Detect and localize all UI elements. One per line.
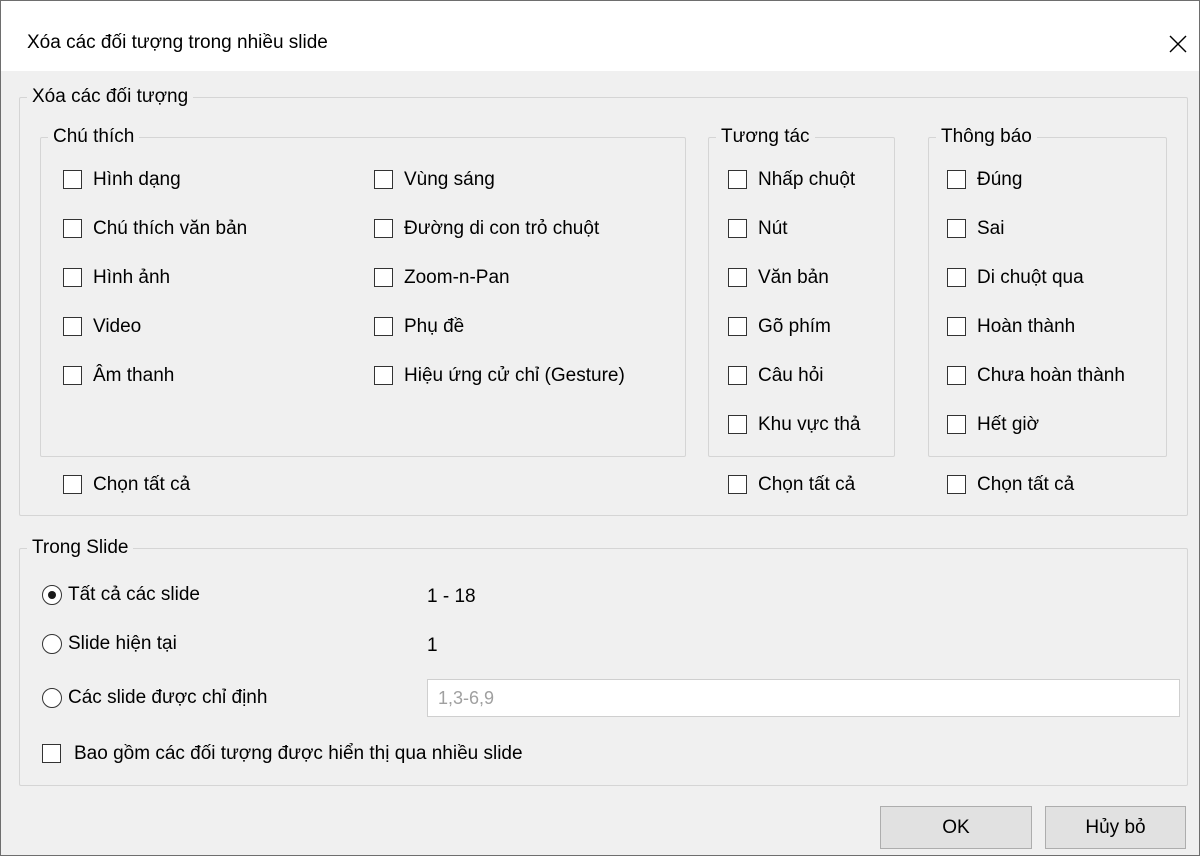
checkbox-box[interactable] bbox=[374, 317, 393, 336]
checkbox-label: Khu vực thả bbox=[758, 414, 861, 435]
checkbox-box[interactable] bbox=[63, 366, 82, 385]
checkbox-label: Văn bản bbox=[758, 267, 829, 288]
checkbox-label: Chưa hoàn thành bbox=[977, 365, 1125, 386]
checkbox-label: Sai bbox=[977, 218, 1005, 239]
cancel-button[interactable]: Hủy bỏ bbox=[1045, 806, 1186, 849]
radio-label: Các slide được chỉ định bbox=[68, 687, 268, 708]
checkbox-label: Hiệu ứng cử chỉ (Gesture) bbox=[404, 365, 625, 386]
checkbox-label: Câu hỏi bbox=[758, 365, 824, 386]
checkbox-box[interactable] bbox=[63, 219, 82, 238]
radio-button[interactable] bbox=[42, 634, 62, 654]
dialog-title: Xóa các đối tượng trong nhiều slide bbox=[27, 32, 328, 53]
annotations-legend: Chú thích bbox=[53, 126, 135, 147]
checkbox-box[interactable] bbox=[374, 170, 393, 189]
checkbox-box[interactable] bbox=[728, 415, 747, 434]
checkbox-box[interactable] bbox=[728, 475, 747, 494]
checkbox-box[interactable] bbox=[947, 317, 966, 336]
checkbox-label: Hình ảnh bbox=[93, 267, 171, 288]
checkbox-label: Di chuột qua bbox=[977, 267, 1084, 288]
remove-objects-legend: Xóa các đối tượng bbox=[32, 86, 189, 107]
checkbox-label: Nhấp chuột bbox=[758, 169, 856, 190]
checkbox-label: Video bbox=[93, 316, 142, 337]
checkbox-box[interactable] bbox=[947, 475, 966, 494]
radio-label: Tất cả các slide bbox=[68, 584, 200, 605]
checkbox-box[interactable] bbox=[63, 170, 82, 189]
checkbox-box[interactable] bbox=[374, 268, 393, 287]
messages-legend: Thông báo bbox=[941, 126, 1032, 147]
checkbox-box[interactable] bbox=[42, 744, 61, 763]
checkbox-box[interactable] bbox=[728, 366, 747, 385]
ok-button[interactable]: OK bbox=[880, 806, 1032, 849]
specified-slides-input[interactable] bbox=[427, 679, 1180, 717]
checkbox-box[interactable] bbox=[374, 219, 393, 238]
checkbox-box[interactable] bbox=[947, 366, 966, 385]
checkbox-label: Chọn tất cả bbox=[977, 474, 1075, 495]
checkbox-box[interactable] bbox=[63, 317, 82, 336]
checkbox-box[interactable] bbox=[63, 268, 82, 287]
checkbox-box[interactable] bbox=[947, 219, 966, 238]
checkbox-label: Vùng sáng bbox=[404, 169, 495, 190]
checkbox-box[interactable] bbox=[63, 475, 82, 494]
checkbox-box[interactable] bbox=[947, 170, 966, 189]
radio-button[interactable] bbox=[42, 585, 62, 605]
current-slide-number: 1 bbox=[427, 635, 438, 656]
checkbox-label: Đúng bbox=[977, 169, 1023, 190]
checkbox-label: Hết giờ bbox=[977, 414, 1040, 435]
title-bar: Xóa các đối tượng trong nhiều slide bbox=[1, 1, 1199, 71]
checkbox-label: Hình dạng bbox=[93, 169, 181, 190]
slides-legend: Trong Slide bbox=[32, 537, 129, 558]
checkbox-box[interactable] bbox=[728, 219, 747, 238]
interactions-legend: Tương tác bbox=[721, 126, 810, 147]
radio-label: Slide hiện tại bbox=[68, 633, 177, 654]
checkbox-box[interactable] bbox=[947, 268, 966, 287]
checkbox-label: Gõ phím bbox=[758, 316, 831, 337]
checkbox-label: Chọn tất cả bbox=[758, 474, 856, 495]
checkbox-box[interactable] bbox=[728, 170, 747, 189]
checkbox-label: Zoom-n-Pan bbox=[404, 267, 510, 288]
close-button[interactable] bbox=[1161, 27, 1195, 61]
checkbox-label: Nút bbox=[758, 218, 788, 239]
checkbox-label: Đường di con trỏ chuột bbox=[404, 218, 600, 239]
checkbox-label: Chọn tất cả bbox=[93, 474, 191, 495]
checkbox-label: Hoàn thành bbox=[977, 316, 1076, 337]
radio-button[interactable] bbox=[42, 688, 62, 708]
close-icon bbox=[1169, 35, 1187, 53]
checkbox-label: Phụ đề bbox=[404, 316, 465, 337]
checkbox-box[interactable] bbox=[728, 317, 747, 336]
checkbox-box[interactable] bbox=[947, 415, 966, 434]
checkbox-label: Âm thanh bbox=[93, 365, 175, 386]
checkbox-box[interactable] bbox=[374, 366, 393, 385]
checkbox-box[interactable] bbox=[728, 268, 747, 287]
all-slides-range: 1 - 18 bbox=[427, 586, 476, 607]
checkbox-label: Chú thích văn bản bbox=[93, 218, 248, 239]
checkbox-label: Bao gồm các đối tượng được hiển thị qua … bbox=[74, 743, 523, 764]
